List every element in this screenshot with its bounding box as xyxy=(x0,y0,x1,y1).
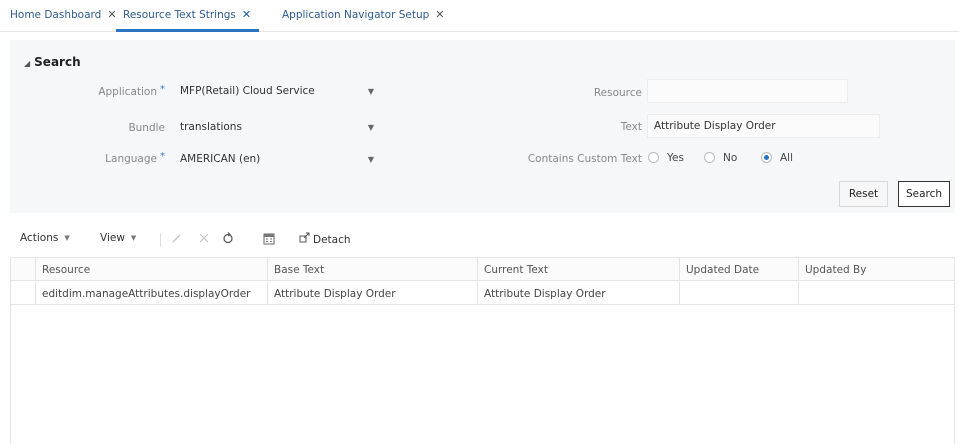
collapse-triangle-icon[interactable]: ◢ xyxy=(24,59,30,68)
delete-icon[interactable] xyxy=(198,232,210,247)
cell-updated-date xyxy=(679,282,798,305)
cell-base-text: Attribute Display Order xyxy=(267,282,477,305)
required-marker: * xyxy=(160,84,165,95)
cell-updated-by xyxy=(798,282,954,305)
resource-input[interactable] xyxy=(647,79,848,103)
close-icon[interactable]: ✕ xyxy=(107,8,116,21)
row-selector[interactable] xyxy=(11,282,35,305)
search-section-header[interactable]: ◢ Search xyxy=(24,55,81,69)
edit-icon[interactable] xyxy=(171,232,183,247)
detach-button[interactable]: Detach xyxy=(299,232,351,246)
chevron-down-icon: ▼ xyxy=(367,123,374,132)
column-header-current-text[interactable]: Current Text xyxy=(477,258,679,281)
tab-label: Resource Text Strings xyxy=(123,9,236,21)
application-value: MFP(Retail) Cloud Service xyxy=(180,85,315,97)
radio-all[interactable]: All xyxy=(761,152,793,164)
column-header-updated-by[interactable]: Updated By xyxy=(798,258,954,281)
radio-circle-selected xyxy=(761,152,772,163)
active-tab-indicator xyxy=(116,29,259,32)
bundle-label: Bundle xyxy=(128,122,165,134)
search-title: Search xyxy=(34,55,81,69)
application-label: Application * xyxy=(98,84,165,98)
cell-resource: editdim.manageAttributes.displayOrder xyxy=(35,282,267,305)
column-header-base-text[interactable]: Base Text xyxy=(267,258,477,281)
tab-label: Application Navigator Setup xyxy=(282,9,430,21)
chevron-down-icon: ▼ xyxy=(367,87,374,96)
table-header-row: Resource Base Text Current Text Updated … xyxy=(11,258,954,281)
chevron-down-icon: ▼ xyxy=(64,234,70,242)
tab-bar: Home Dashboard ✕ Resource Text Strings ✕ A… xyxy=(0,0,959,32)
row-header-spacer xyxy=(11,258,35,281)
search-button[interactable]: Search xyxy=(898,181,950,207)
radio-circle xyxy=(704,152,715,163)
contains-custom-text-label: Contains Custom Text xyxy=(527,153,642,165)
refresh-icon[interactable] xyxy=(222,232,234,247)
language-value: AMERICAN (en) xyxy=(180,153,261,165)
actions-menu[interactable]: Actions ▼ xyxy=(20,232,70,244)
language-label: Language * xyxy=(105,151,165,165)
application-select[interactable]: MFP(Retail) Cloud Service ▼ xyxy=(174,80,382,104)
view-menu[interactable]: View ▼ xyxy=(100,232,136,244)
search-panel: ◢ Search Application * MFP(Retail) Cloud S… xyxy=(10,40,955,213)
text-input[interactable]: Attribute Display Order xyxy=(647,114,880,138)
tab-application-navigator-setup[interactable]: Application Navigator Setup ✕ xyxy=(282,8,445,30)
reset-button[interactable]: Reset xyxy=(839,181,888,207)
language-select[interactable]: AMERICAN (en) ▼ xyxy=(174,148,382,172)
chevron-down-icon: ▼ xyxy=(130,234,137,242)
toolbar-divider xyxy=(160,233,161,247)
radio-yes[interactable]: Yes xyxy=(648,152,684,164)
radio-no[interactable]: No xyxy=(704,152,737,164)
bundle-value: translations xyxy=(180,121,242,133)
close-icon[interactable]: ✕ xyxy=(435,8,444,21)
column-header-resource[interactable]: Resource xyxy=(35,258,267,281)
column-header-updated-date[interactable]: Updated Date xyxy=(679,258,798,281)
chevron-down-icon: ▼ xyxy=(367,155,374,164)
results-table: Resource Base Text Current Text Updated … xyxy=(10,257,955,444)
tab-resource-text-strings[interactable]: Resource Text Strings ✕ xyxy=(123,8,251,30)
cell-current-text: Attribute Display Order xyxy=(477,282,679,305)
bundle-select[interactable]: translations ▼ xyxy=(174,116,382,140)
table-row[interactable]: editdim.manageAttributes.displayOrder At… xyxy=(11,282,954,305)
calendar-icon[interactable] xyxy=(263,232,275,248)
tab-home-dashboard[interactable]: Home Dashboard ✕ xyxy=(10,8,117,30)
tab-label: Home Dashboard xyxy=(10,9,102,21)
resource-label: Resource xyxy=(593,87,642,99)
radio-circle xyxy=(648,152,659,163)
close-icon[interactable]: ✕ xyxy=(242,8,251,21)
detach-icon xyxy=(299,232,313,246)
text-label: Text xyxy=(620,121,642,133)
required-marker: * xyxy=(160,151,165,162)
